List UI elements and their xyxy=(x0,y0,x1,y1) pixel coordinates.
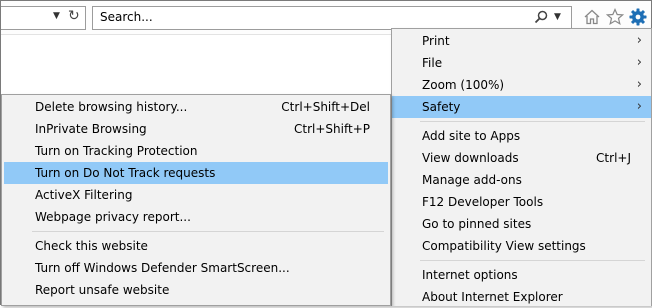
chevron-right-icon: › xyxy=(636,33,642,48)
menu-item-internet-options[interactable]: Internet options xyxy=(392,264,651,286)
menu-item-label: Turn on Do Not Track requests xyxy=(35,166,216,180)
search-dropdown-icon[interactable]: ▼ xyxy=(554,12,561,22)
menu-item-label: InPrivate Browsing xyxy=(35,122,147,136)
search-input[interactable]: Search... ▼ xyxy=(92,6,572,30)
menu-item-activex-filtering[interactable]: ActiveX Filtering xyxy=(2,184,390,206)
menu-item-label: Check this website xyxy=(35,239,148,253)
menu-item-label: ActiveX Filtering xyxy=(35,188,133,202)
menu-item-smartscreen[interactable]: Turn off Windows Defender SmartScreen... xyxy=(2,257,390,279)
menu-item-do-not-track[interactable]: Turn on Do Not Track requests xyxy=(4,162,388,184)
menu-item-report-unsafe-website[interactable]: Report unsafe website xyxy=(2,279,390,301)
dropdown-arrow-icon[interactable]: ▼ xyxy=(53,11,60,21)
chevron-right-icon: › xyxy=(636,55,642,70)
menu-item-file[interactable]: File › xyxy=(392,52,651,74)
menu-item-label: Go to pinned sites xyxy=(422,217,532,231)
menu-item-print[interactable]: Print › xyxy=(392,30,651,52)
refresh-icon[interactable]: ↻ xyxy=(68,8,80,24)
menu-item-label: Safety xyxy=(422,100,461,114)
menu-item-label: Internet options xyxy=(422,268,518,282)
gear-icon[interactable] xyxy=(629,8,647,26)
search-placeholder: Search... xyxy=(100,10,153,24)
menu-item-delete-browsing-history[interactable]: Delete browsing history... Ctrl+Shift+De… xyxy=(2,96,390,118)
menu-item-label: Delete browsing history... xyxy=(35,100,188,114)
menu-item-label: View downloads xyxy=(422,151,519,165)
safety-submenu: Delete browsing history... Ctrl+Shift+De… xyxy=(1,94,391,306)
menu-item-label: Report unsafe website xyxy=(35,283,170,297)
menu-item-f12-developer-tools[interactable]: F12 Developer Tools xyxy=(392,191,651,213)
menu-separator xyxy=(32,231,384,232)
home-icon[interactable] xyxy=(583,8,601,26)
menu-item-shortcut: Ctrl+Shift+Del xyxy=(281,100,370,114)
menu-item-go-to-pinned-sites[interactable]: Go to pinned sites xyxy=(392,213,651,235)
menu-item-label: Add site to Apps xyxy=(422,129,521,143)
menu-item-view-downloads[interactable]: View downloads Ctrl+J xyxy=(392,147,651,169)
menu-item-label: Print xyxy=(422,34,450,48)
menu-item-manage-add-ons[interactable]: Manage add-ons xyxy=(392,169,651,191)
menu-item-tracking-protection[interactable]: Turn on Tracking Protection xyxy=(2,140,390,162)
menu-item-label: Turn on Tracking Protection xyxy=(35,144,198,158)
menu-item-inprivate-browsing[interactable]: InPrivate Browsing Ctrl+Shift+P xyxy=(2,118,390,140)
menu-item-label: Webpage privacy report... xyxy=(35,210,191,224)
menu-item-label: Compatibility View settings xyxy=(422,239,586,253)
search-icon[interactable] xyxy=(534,10,548,24)
menu-item-check-this-website[interactable]: Check this website xyxy=(2,235,390,257)
menu-separator xyxy=(420,260,645,261)
menu-item-label: Turn off Windows Defender SmartScreen... xyxy=(35,261,290,275)
favorites-star-icon[interactable] xyxy=(606,8,624,26)
menu-item-label: File xyxy=(422,56,443,70)
menu-item-safety[interactable]: Safety › xyxy=(392,96,651,118)
tools-menu: Print › File › Zoom (100%) › Safety › Ad… xyxy=(391,28,652,306)
menu-item-webpage-privacy-report[interactable]: Webpage privacy report... xyxy=(2,206,390,228)
menu-item-shortcut: Ctrl+J xyxy=(596,151,631,165)
menu-separator xyxy=(420,121,645,122)
menu-item-label: F12 Developer Tools xyxy=(422,195,544,209)
menu-item-shortcut: Ctrl+Shift+P xyxy=(294,122,370,136)
menu-item-zoom[interactable]: Zoom (100%) › xyxy=(392,74,651,96)
menu-item-label: Zoom (100%) xyxy=(422,78,505,92)
menu-item-compatibility-view-settings[interactable]: Compatibility View settings xyxy=(392,235,651,257)
chevron-right-icon: › xyxy=(636,77,642,92)
address-bar[interactable]: ▼ ↻ xyxy=(1,6,86,30)
menu-item-add-site-to-apps[interactable]: Add site to Apps xyxy=(392,125,651,147)
menu-item-label: Manage add-ons xyxy=(422,173,522,187)
chevron-right-icon: › xyxy=(636,99,642,114)
